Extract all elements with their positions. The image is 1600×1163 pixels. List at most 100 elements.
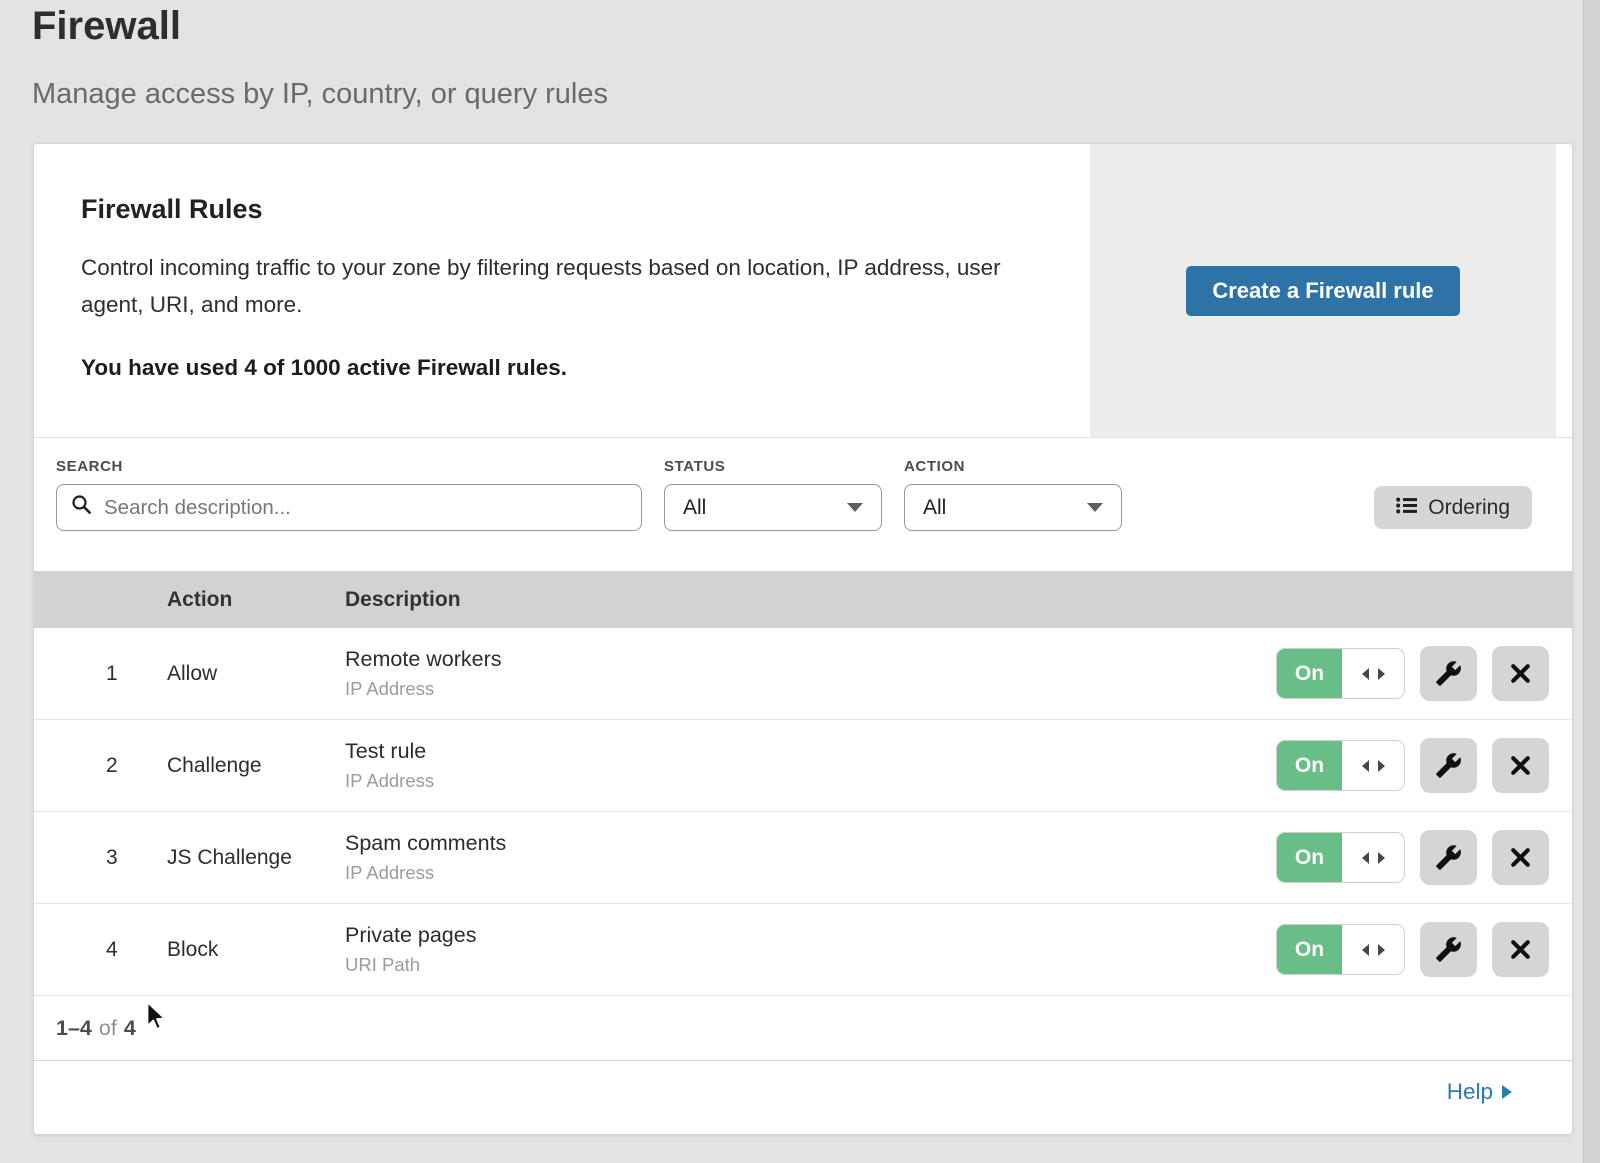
close-icon xyxy=(1508,937,1533,962)
pagination: 1–4 of 4 xyxy=(34,996,1572,1060)
close-icon xyxy=(1508,753,1533,778)
card-heading: Firewall Rules xyxy=(81,194,1050,225)
rule-description: Private pages xyxy=(345,923,1276,948)
status-select-value: All xyxy=(683,496,706,520)
search-icon xyxy=(71,494,93,521)
action-label: ACTION xyxy=(904,458,1122,475)
rule-priority: 4 xyxy=(34,938,167,962)
rule-description-cell: Remote workers IP Address xyxy=(345,647,1276,700)
help-link[interactable]: Help xyxy=(1447,1079,1512,1105)
create-rule-panel: Create a Firewall rule xyxy=(1090,144,1556,437)
pagination-total: 4 xyxy=(124,1016,136,1041)
rule-description: Spam comments xyxy=(345,831,1276,856)
rule-description: Test rule xyxy=(345,739,1276,764)
rule-enabled-toggle[interactable]: On xyxy=(1276,924,1405,975)
wrench-icon xyxy=(1435,752,1462,779)
wrench-icon xyxy=(1435,936,1462,963)
help-link-label: Help xyxy=(1447,1079,1493,1105)
rule-description-cell: Spam comments IP Address xyxy=(345,831,1276,884)
delete-rule-button[interactable] xyxy=(1492,646,1549,701)
toggle-handle[interactable] xyxy=(1342,741,1404,790)
create-firewall-rule-button[interactable]: Create a Firewall rule xyxy=(1186,266,1459,316)
left-right-arrows-icon xyxy=(1360,668,1387,680)
left-right-arrows-icon xyxy=(1360,852,1387,864)
wrench-icon xyxy=(1435,660,1462,687)
close-icon xyxy=(1508,661,1533,686)
rule-enabled-toggle[interactable]: On xyxy=(1276,740,1405,791)
rule-enabled-toggle[interactable]: On xyxy=(1276,832,1405,883)
wrench-icon xyxy=(1435,844,1462,871)
rule-priority: 2 xyxy=(34,754,167,778)
action-group: ACTION All xyxy=(904,458,1122,531)
search-input[interactable] xyxy=(104,496,627,520)
left-right-arrows-icon xyxy=(1360,760,1387,772)
close-icon xyxy=(1508,845,1533,870)
search-box xyxy=(56,484,642,531)
intro-text: Firewall Rules Control incoming traffic … xyxy=(34,144,1090,437)
triangle-right-icon xyxy=(1502,1085,1512,1099)
toggle-on-label: On xyxy=(1277,833,1342,882)
card-footer: Help xyxy=(34,1060,1572,1122)
rule-match-type: URI Path xyxy=(345,954,1276,976)
rule-controls: On xyxy=(1276,830,1572,885)
delete-rule-button[interactable] xyxy=(1492,830,1549,885)
pagination-range: 1–4 xyxy=(56,1016,92,1041)
edit-rule-button[interactable] xyxy=(1420,922,1477,977)
rule-match-type: IP Address xyxy=(345,678,1276,700)
filter-bar: SEARCH STATUS All ACTION All xyxy=(34,438,1572,571)
ordering-button-label: Ordering xyxy=(1428,496,1510,520)
intro-section: Firewall Rules Control incoming traffic … xyxy=(34,144,1572,438)
action-select[interactable]: All xyxy=(904,484,1122,531)
rule-priority: 1 xyxy=(34,662,167,686)
edit-rule-button[interactable] xyxy=(1420,738,1477,793)
table-row: 4 Block Private pages URI Path On xyxy=(34,904,1572,996)
usage-summary: You have used 4 of 1000 active Firewall … xyxy=(81,355,1050,381)
rule-action: Challenge xyxy=(167,754,345,778)
rule-description: Remote workers xyxy=(345,647,1276,672)
vertical-scrollbar[interactable] xyxy=(1583,0,1600,1163)
delete-rule-button[interactable] xyxy=(1492,922,1549,977)
status-group: STATUS All xyxy=(664,458,882,531)
status-label: STATUS xyxy=(664,458,882,475)
card-description: Control incoming traffic to your zone by… xyxy=(81,249,1026,323)
rule-description-cell: Test rule IP Address xyxy=(345,739,1276,792)
page-subtitle: Manage access by IP, country, or query r… xyxy=(32,78,608,111)
toggle-handle[interactable] xyxy=(1342,833,1404,882)
rule-enabled-toggle[interactable]: On xyxy=(1276,648,1405,699)
toggle-handle[interactable] xyxy=(1342,925,1404,974)
table-row: 3 JS Challenge Spam comments IP Address … xyxy=(34,812,1572,904)
firewall-page: Firewall Manage access by IP, country, o… xyxy=(0,0,1600,1163)
rule-action: Block xyxy=(167,938,345,962)
rule-controls: On xyxy=(1276,922,1572,977)
action-column-header: Action xyxy=(167,588,345,612)
table-row: 2 Challenge Test rule IP Address On xyxy=(34,720,1572,812)
chevron-down-icon xyxy=(1087,503,1103,512)
rule-priority: 3 xyxy=(34,846,167,870)
rule-controls: On xyxy=(1276,646,1572,701)
toggle-handle[interactable] xyxy=(1342,649,1404,698)
toggle-on-label: On xyxy=(1277,649,1342,698)
rule-action: JS Challenge xyxy=(167,846,345,870)
description-column-header: Description xyxy=(345,588,1276,612)
edit-rule-button[interactable] xyxy=(1420,830,1477,885)
rule-controls: On xyxy=(1276,738,1572,793)
search-group: SEARCH xyxy=(56,458,642,531)
ordering-list-icon xyxy=(1396,496,1417,520)
status-select[interactable]: All xyxy=(664,484,882,531)
rule-match-type: IP Address xyxy=(345,770,1276,792)
search-label: SEARCH xyxy=(56,458,642,475)
toggle-on-label: On xyxy=(1277,741,1342,790)
rule-action: Allow xyxy=(167,662,345,686)
rule-description-cell: Private pages URI Path xyxy=(345,923,1276,976)
edit-rule-button[interactable] xyxy=(1420,646,1477,701)
delete-rule-button[interactable] xyxy=(1492,738,1549,793)
firewall-rules-card: Firewall Rules Control incoming traffic … xyxy=(33,143,1573,1135)
pagination-of: of xyxy=(99,1016,117,1041)
table-row: 1 Allow Remote workers IP Address On xyxy=(34,628,1572,720)
table-header: Action Description xyxy=(34,571,1572,628)
chevron-down-icon xyxy=(847,503,863,512)
ordering-button[interactable]: Ordering xyxy=(1374,486,1532,529)
rule-match-type: IP Address xyxy=(345,862,1276,884)
toggle-on-label: On xyxy=(1277,925,1342,974)
action-select-value: All xyxy=(923,496,946,520)
